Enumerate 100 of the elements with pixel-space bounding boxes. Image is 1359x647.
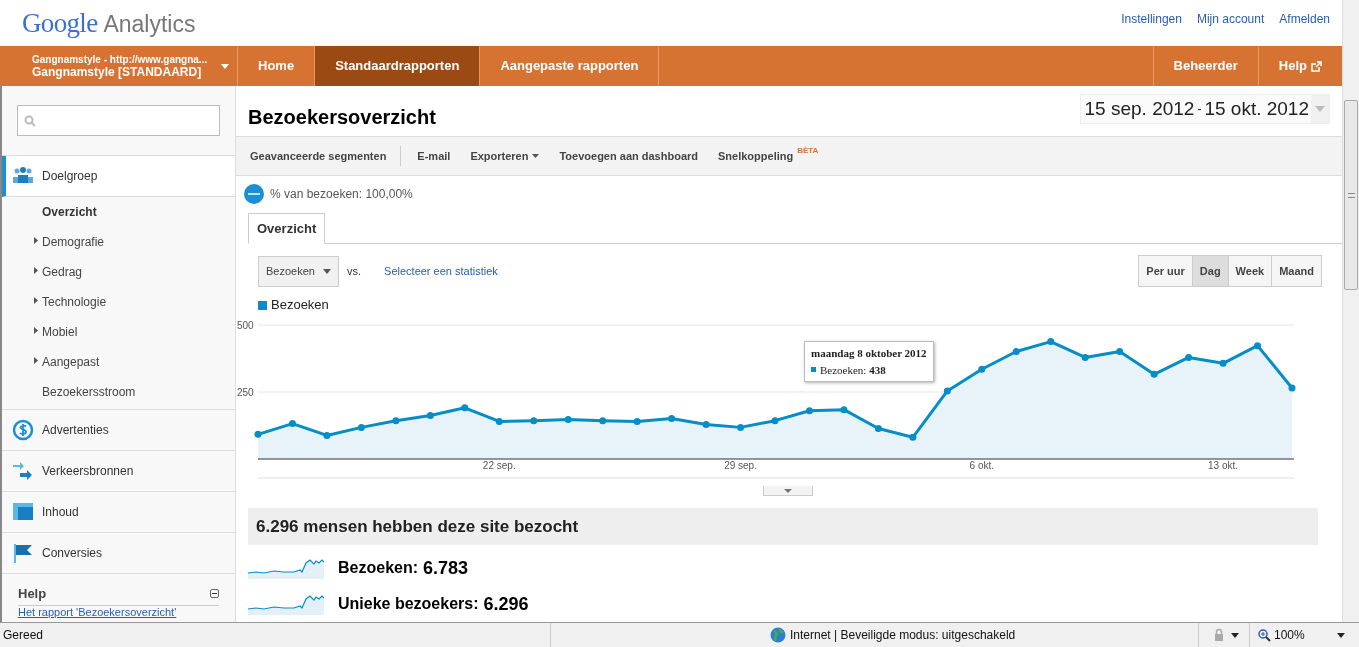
toolbar-button[interactable]: Exporteren bbox=[460, 146, 550, 166]
data-point[interactable] bbox=[909, 433, 917, 441]
data-point[interactable] bbox=[288, 420, 296, 428]
tooltip-value: Bezoeken: 438 bbox=[820, 362, 886, 378]
data-point[interactable] bbox=[943, 387, 951, 395]
collapse-icon[interactable] bbox=[210, 589, 219, 599]
period-button[interactable]: Per uur bbox=[1139, 256, 1192, 286]
search-icon bbox=[24, 114, 36, 127]
dollar-icon bbox=[12, 419, 34, 441]
x-axis-label: 29 sep. bbox=[724, 460, 757, 471]
data-point[interactable] bbox=[633, 418, 641, 425]
data-point[interactable] bbox=[1288, 384, 1296, 392]
compare-metric-link[interactable]: Selecteer een statistiek bbox=[384, 262, 498, 280]
sidebar-subitem[interactable]: Gedrag bbox=[2, 257, 235, 287]
header-link[interactable]: Instellingen bbox=[1121, 10, 1182, 28]
period-button[interactable]: Maand bbox=[1271, 256, 1321, 286]
toolbar-button[interactable]: E-mail bbox=[407, 146, 461, 166]
sidebar-subitem[interactable]: Overzicht bbox=[2, 197, 235, 227]
data-point[interactable] bbox=[1219, 359, 1227, 367]
vs-label: vs. bbox=[347, 263, 362, 279]
report-tab[interactable]: Overzicht bbox=[248, 213, 326, 244]
data-point[interactable] bbox=[254, 430, 262, 438]
data-point[interactable] bbox=[1047, 338, 1055, 346]
metric-dropdown[interactable]: Bezoeken bbox=[258, 255, 339, 287]
metric-value: 6.296 bbox=[483, 592, 529, 616]
data-point[interactable] bbox=[1254, 342, 1262, 350]
data-point[interactable] bbox=[1150, 370, 1158, 378]
sidebar-item[interactable]: Inhoud bbox=[2, 492, 235, 533]
data-point[interactable] bbox=[392, 417, 400, 425]
logo-product-name: Analytics bbox=[103, 9, 196, 39]
data-point[interactable] bbox=[702, 420, 710, 428]
search-field[interactable] bbox=[17, 105, 220, 136]
sidebar-subitem[interactable]: Mobiel bbox=[2, 317, 235, 347]
logo-wordmark: Google bbox=[22, 6, 98, 40]
y-axis-label: 250 bbox=[237, 386, 254, 398]
data-point[interactable] bbox=[461, 404, 469, 412]
data-point[interactable] bbox=[1081, 353, 1089, 361]
data-point[interactable] bbox=[495, 418, 503, 425]
caret-icon bbox=[323, 268, 331, 274]
data-point[interactable] bbox=[1185, 353, 1193, 361]
account-profile: Gangnamstyle [STANDAARD] bbox=[32, 66, 203, 78]
sidebar-subitem[interactable]: Aangepast bbox=[2, 347, 235, 377]
sidebar-item[interactable]: Conversies bbox=[2, 533, 235, 574]
help-link[interactable]: Het rapport 'Bezoekersoverzicht' bbox=[18, 605, 219, 619]
header-link[interactable]: Mijn account bbox=[1196, 10, 1265, 28]
caret-icon bbox=[784, 488, 792, 493]
flag-icon bbox=[12, 542, 34, 564]
data-point[interactable] bbox=[1116, 348, 1124, 356]
series-swatch bbox=[811, 367, 816, 373]
data-point[interactable] bbox=[1012, 348, 1020, 356]
layout-icon bbox=[12, 501, 34, 523]
x-axis-label: 22 sep. bbox=[482, 460, 516, 471]
sidebar-item[interactable]: Verkeersbronnen bbox=[2, 451, 235, 492]
sidebar-item[interactable]: Advertenties bbox=[2, 410, 235, 451]
toolbar-button[interactable]: Snelkoppeling BÈTA bbox=[708, 146, 829, 166]
scrollbar[interactable] bbox=[1342, 0, 1359, 622]
sidebar-item[interactable]: Doelgroep bbox=[2, 156, 235, 197]
external-link-icon bbox=[1311, 60, 1322, 72]
data-point[interactable] bbox=[599, 417, 607, 425]
help-heading: Help bbox=[18, 585, 47, 603]
data-point[interactable] bbox=[805, 407, 813, 415]
caret-icon[interactable] bbox=[1231, 632, 1239, 638]
magnifier-icon bbox=[1258, 628, 1271, 642]
legend-label: Bezoeken bbox=[271, 296, 329, 315]
summary-heading: 6.296 mensen hebben deze site bezocht bbox=[256, 515, 579, 538]
toolbar-button[interactable]: Geavanceerde segmenten bbox=[250, 146, 402, 166]
caret-icon bbox=[1315, 106, 1325, 112]
x-axis-label: 6 okt. bbox=[969, 460, 995, 471]
sidebar-subitem[interactable]: Technologie bbox=[2, 287, 235, 317]
sidebar-subitem[interactable]: Bezoekersstroom bbox=[2, 377, 235, 407]
data-point[interactable] bbox=[426, 412, 434, 420]
data-point[interactable] bbox=[564, 416, 572, 424]
data-point[interactable] bbox=[771, 417, 779, 425]
x-axis-label: 13 okt. bbox=[1208, 460, 1239, 471]
y-axis-label: 500 bbox=[237, 319, 254, 331]
data-point[interactable] bbox=[978, 365, 986, 373]
report-title: Bezoekersoverzicht bbox=[248, 105, 436, 130]
date-range-picker[interactable]: 15 sep. 2012-15 okt. 2012 bbox=[1079, 94, 1330, 124]
tooltip-date: maandag 8 oktober 2012 bbox=[811, 346, 927, 361]
globe-icon bbox=[770, 627, 786, 643]
security-zone: Internet | Beveiligde modus: uitgeschakeld bbox=[790, 627, 1016, 644]
caret-icon bbox=[532, 154, 540, 158]
segment-label: % van bezoeken: 100,00% bbox=[270, 186, 413, 203]
metric-value: 6.783 bbox=[423, 556, 469, 580]
nav-tab[interactable]: Standaardrapporten bbox=[315, 46, 481, 86]
caret-icon bbox=[1337, 632, 1345, 638]
data-point[interactable] bbox=[668, 415, 676, 423]
data-point[interactable] bbox=[737, 423, 745, 431]
period-button[interactable]: Week bbox=[1227, 256, 1272, 286]
period-button[interactable]: Dag bbox=[1191, 256, 1228, 286]
data-point[interactable] bbox=[323, 431, 331, 439]
data-point[interactable] bbox=[357, 423, 365, 431]
data-point[interactable] bbox=[840, 406, 848, 414]
data-point[interactable] bbox=[530, 417, 538, 425]
toolbar-button[interactable]: Toevoegen aan dashboard bbox=[549, 146, 708, 166]
collapse-chart-handle[interactable] bbox=[763, 486, 813, 496]
sidebar-subitem[interactable]: Demografie bbox=[2, 227, 235, 257]
header-link[interactable]: Afmelden bbox=[1279, 10, 1330, 28]
zoom-control[interactable]: 100% bbox=[1249, 623, 1359, 647]
data-point[interactable] bbox=[874, 424, 882, 432]
